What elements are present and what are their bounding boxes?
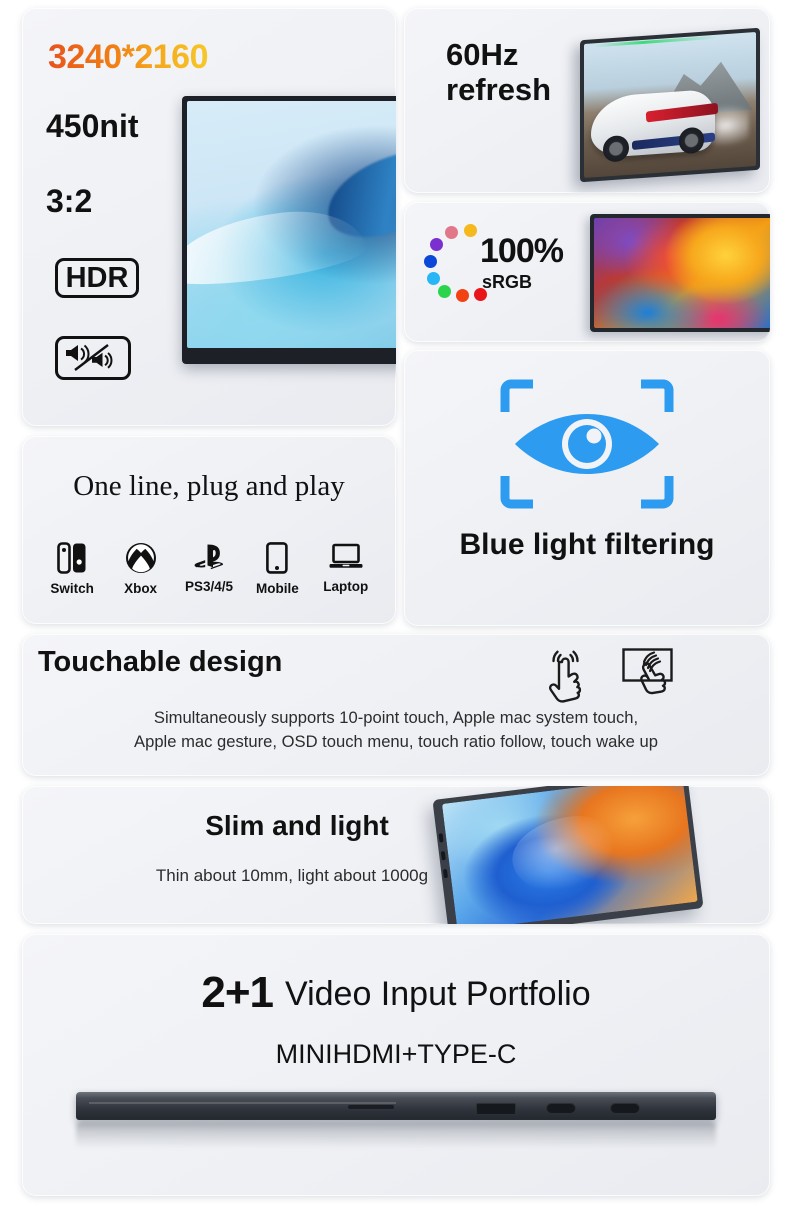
hdr-badge-label: HDR [65, 261, 129, 294]
touchable-description: Simultaneously supports 10-point touch, … [36, 706, 756, 754]
device-mobile: Mobile [245, 542, 309, 596]
slim-subtitle: Thin about 10mm, light about 1000g [155, 866, 429, 885]
monitor-screen [187, 101, 396, 348]
aspect-ratio-label: 3:2 [46, 183, 93, 219]
panel-plug-and-play: One line, plug and play Switch Xbox PS3/… [22, 436, 396, 624]
tap-finger-icon [548, 650, 582, 703]
slim-title: Slim and light [205, 810, 389, 841]
brightness-label: 450nit [46, 108, 139, 144]
monitor-blue-wave [182, 96, 396, 364]
video-input-subtitle: MINIHDMI+TYPE-C [275, 1039, 517, 1069]
srgb-group: 100% sRGB [424, 220, 604, 324]
panel-blue-light: Blue light filtering [404, 350, 770, 626]
nintendo-switch-icon [57, 542, 86, 574]
xbox-icon [125, 543, 156, 573]
video-input-heading: 2+1 Video Input Portfolio [22, 968, 770, 1018]
device-label: Xbox [124, 581, 158, 596]
panel-resolution: 3240*2160 450nit 3:2 HDR [22, 8, 396, 426]
device-playstation: PS3/4/5 [177, 542, 241, 596]
video-input-title: Video Input Portfolio [285, 975, 591, 1013]
touchable-description-line1: Simultaneously supports 10-point touch, … [153, 708, 639, 727]
refresh-rate-word: refresh [446, 71, 552, 107]
monitor-frame [182, 96, 396, 364]
mobile-phone-icon [266, 542, 289, 574]
refresh-rate-text: 60Hz refresh [446, 37, 552, 107]
usb-c-port-1 [546, 1103, 576, 1114]
monitor-edge-ports [76, 1092, 716, 1166]
device-label: Switch [50, 581, 94, 596]
monitor-frame [580, 27, 760, 183]
touchable-description-line2: Apple mac gesture, OSD touch menu, touch… [134, 732, 658, 752]
product-infographic: 3240*2160 450nit 3:2 HDR 60Hz refresh 10… [0, 0, 790, 1206]
monitor-racing-car [580, 27, 760, 183]
panel-touchable-design: Touchable design Simultaneously supports… [22, 634, 770, 776]
device-list: Switch Xbox PS3/4/5 Mobile Laptop [38, 542, 380, 596]
panel-video-input: 2+1 Video Input Portfolio MINIHDMI+TYPE-C [22, 934, 770, 1196]
panel-slim-and-light: Slim and light Thin about 10mm, light ab… [22, 786, 770, 924]
dual-speaker-icon [66, 344, 113, 371]
device-label: Mobile [255, 581, 299, 596]
screen-top-accent [594, 35, 719, 48]
mini-hdmi-port [476, 1103, 516, 1115]
monitor-screen [584, 31, 756, 179]
plug-play-title: One line, plug and play [73, 470, 345, 502]
hdr-badge: HDR [55, 258, 139, 298]
touchable-title: Touchable design [38, 646, 283, 678]
multi-finger-swipe-icon [622, 648, 673, 695]
touch-icon-group [542, 648, 682, 706]
usb-c-port-2 [610, 1103, 640, 1114]
device-label: Laptop [323, 579, 369, 594]
device-xbox: Xbox [109, 542, 173, 596]
srgb-label: sRGB [482, 272, 533, 292]
monitor-paint-wallpaper [590, 214, 770, 332]
monitor-edge-bar [76, 1092, 716, 1120]
slot-vent [348, 1105, 394, 1109]
device-label: PS3/4/5 [184, 579, 233, 594]
resolution-title: 3240*2160 [48, 38, 209, 76]
race-car-wheel-front [602, 134, 629, 163]
monitor-screen [441, 786, 698, 924]
playstation-icon [194, 544, 224, 570]
panel-srgb: 100% sRGB [404, 202, 770, 342]
eye-focus-frame-icon [497, 376, 677, 512]
panel-refresh-rate: 60Hz refresh [404, 8, 770, 193]
monitor-reflection [190, 370, 396, 418]
monitor-screen [594, 218, 770, 328]
monitor-slim-tilted [432, 786, 704, 924]
refresh-rate-value: 60Hz [446, 37, 519, 72]
monitor-frame [432, 786, 704, 924]
device-laptop: Laptop [314, 542, 378, 596]
monitor-edge-reflection [76, 1122, 716, 1148]
wave-highlight [316, 145, 396, 249]
laptop-icon [329, 543, 363, 568]
wallpaper-bloom [507, 810, 628, 901]
blue-light-title: Blue light filtering [459, 528, 715, 561]
srgb-value: 100% [480, 232, 564, 270]
dual-speaker-badge [55, 336, 131, 380]
video-input-count: 2+1 [201, 968, 274, 1017]
device-switch: Switch [40, 542, 104, 596]
monitor-frame [590, 214, 770, 332]
